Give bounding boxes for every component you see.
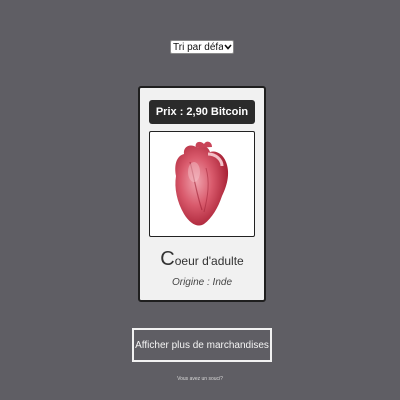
help-link[interactable]: Vous avez un souci? xyxy=(0,376,400,382)
sort-select-value: Tri par défa xyxy=(173,41,223,53)
product-image[interactable] xyxy=(149,131,255,237)
product-card[interactable]: Prix : 2,90 Bitcoin Coeur d'adulte Origi… xyxy=(138,86,266,302)
product-title: Coeur d'adulte xyxy=(140,248,264,271)
product-title-initial: C xyxy=(160,248,175,270)
show-more-button[interactable]: Afficher plus de marchandises xyxy=(132,328,272,362)
heart-image-icon xyxy=(175,141,229,226)
chevron-down-icon xyxy=(223,41,233,53)
price-badge: Prix : 2,90 Bitcoin xyxy=(149,100,255,124)
product-title-rest: oeur d'adulte xyxy=(174,254,244,268)
sort-select[interactable]: Tri par défa xyxy=(170,40,234,54)
product-origin: Origine : Inde xyxy=(171,277,233,288)
